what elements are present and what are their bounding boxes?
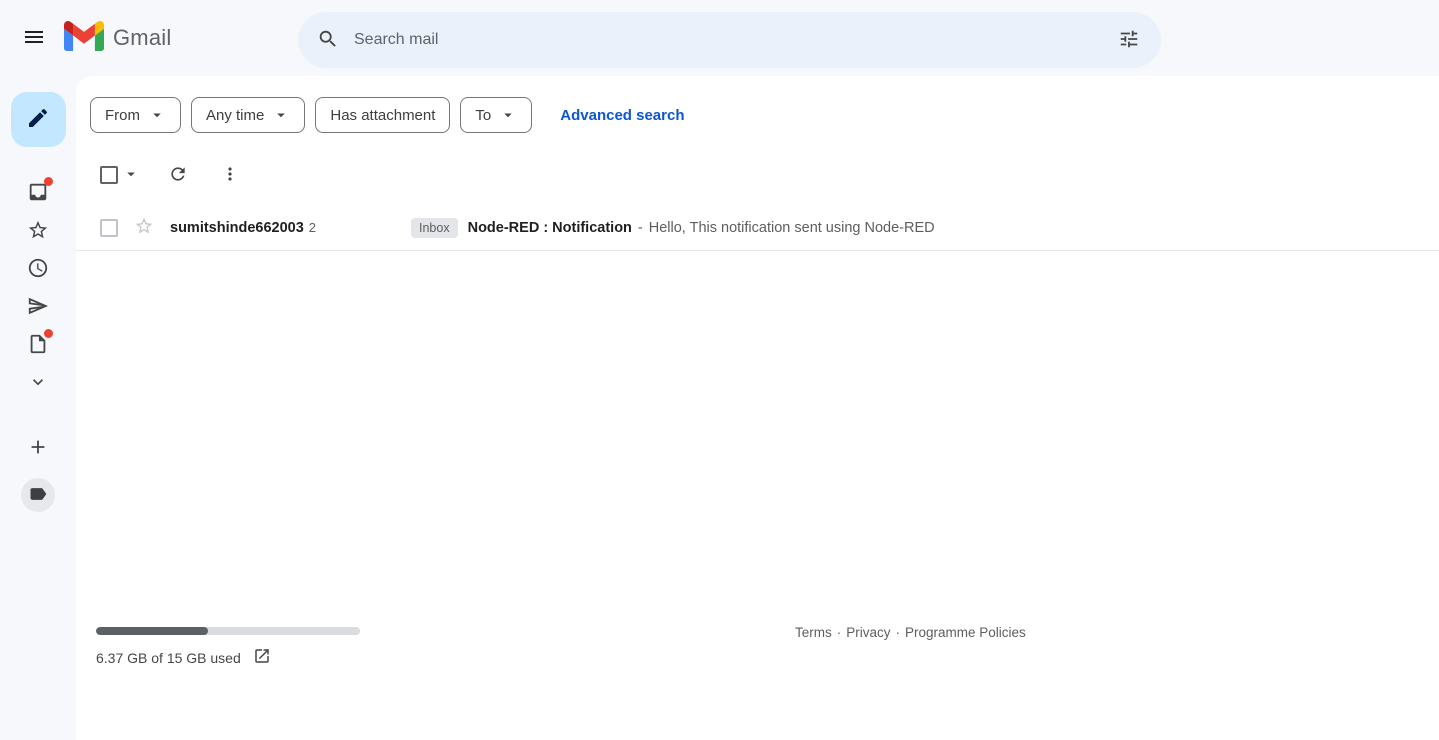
gmail-m-icon — [64, 21, 104, 56]
inbox-unread-badge — [44, 177, 53, 186]
thread-count: 2 — [309, 220, 316, 235]
filter-chip-from[interactable]: From — [90, 97, 181, 133]
compose-button[interactable] — [11, 92, 66, 147]
select-dropdown-button[interactable] — [122, 165, 140, 186]
email-subject: Node-RED : Notification — [468, 220, 632, 236]
label-icon — [28, 484, 48, 507]
refresh-icon — [168, 164, 188, 187]
sidebar-item-drafts[interactable] — [14, 326, 62, 364]
search-icon — [317, 28, 339, 53]
email-checkbox[interactable] — [100, 219, 118, 237]
arrow-drop-down-icon — [499, 106, 517, 124]
legal-footer: Terms · Privacy · Programme Policies — [795, 625, 1026, 640]
sidebar-item-snoozed[interactable] — [14, 250, 62, 288]
email-row[interactable]: sumitshinde662003 2 Inbox Node-RED : Not… — [76, 205, 1439, 251]
email-snippet: Hello, This notification sent using Node… — [649, 220, 935, 236]
open-in-new-icon — [253, 647, 271, 668]
list-toolbar — [76, 153, 1439, 197]
select-all-checkbox[interactable] — [100, 166, 118, 184]
email-sender: sumitshinde662003 2 — [170, 220, 411, 236]
list-footer-area: 6.37 GB of 15 GB used Terms · Privacy · … — [76, 627, 1439, 740]
create-label-button[interactable] — [14, 429, 62, 467]
plus-icon — [27, 436, 49, 461]
arrow-drop-down-icon — [272, 106, 290, 124]
search-button[interactable] — [304, 16, 352, 64]
search-input[interactable] — [352, 31, 1105, 49]
send-icon — [27, 295, 49, 320]
tune-icon — [1118, 28, 1140, 53]
menu-icon — [22, 25, 46, 52]
privacy-link[interactable]: Privacy — [846, 625, 890, 640]
main-menu-button[interactable] — [10, 14, 58, 62]
search-options-button[interactable] — [1105, 16, 1153, 64]
inbox-label-chip: Inbox — [411, 218, 458, 238]
advanced-search-link[interactable]: Advanced search — [560, 107, 684, 124]
star-outline-icon — [134, 216, 154, 239]
arrow-drop-down-icon — [122, 165, 140, 186]
more-vert-icon — [220, 164, 240, 187]
search-bar — [298, 12, 1161, 68]
sidebar-item-sent[interactable] — [14, 288, 62, 326]
refresh-button[interactable] — [158, 155, 198, 195]
subject-snippet-separator: - — [638, 220, 643, 236]
search-filter-chips: From Any time Has attachment To Advanced… — [76, 76, 1439, 133]
compose-pencil-icon — [26, 106, 50, 133]
storage-usage-text: 6.37 GB of 15 GB used — [96, 650, 241, 666]
labels-button[interactable] — [21, 478, 55, 512]
arrow-drop-down-icon — [148, 106, 166, 124]
main-content: From Any time Has attachment To Advanced… — [76, 76, 1439, 740]
clock-icon — [27, 257, 49, 282]
drafts-badge — [44, 329, 53, 338]
sender-name: sumitshinde662003 — [170, 220, 304, 236]
footer-separator: · — [896, 625, 901, 640]
app-title: Gmail — [113, 25, 171, 51]
chip-label: Has attachment — [330, 107, 435, 124]
storage-progress-track — [96, 627, 360, 635]
more-options-button[interactable] — [210, 155, 250, 195]
programme-policies-link[interactable]: Programme Policies — [905, 625, 1026, 640]
app-header: Gmail — [0, 0, 1439, 76]
terms-link[interactable]: Terms — [795, 625, 832, 640]
sidebar — [0, 76, 76, 740]
sidebar-item-inbox[interactable] — [14, 174, 62, 212]
sidebar-item-starred[interactable] — [14, 212, 62, 250]
storage-meter: 6.37 GB of 15 GB used — [96, 627, 360, 668]
chip-label: To — [475, 107, 491, 124]
sidebar-item-more[interactable] — [14, 364, 62, 402]
filter-chip-any-time[interactable]: Any time — [191, 97, 305, 133]
filter-chip-has-attachment[interactable]: Has attachment — [315, 97, 450, 133]
gmail-logo[interactable]: Gmail — [64, 21, 171, 56]
star-icon — [27, 219, 49, 244]
chevron-down-icon — [28, 372, 48, 395]
footer-separator: · — [837, 625, 842, 640]
chip-label: Any time — [206, 107, 264, 124]
storage-progress-fill — [96, 627, 208, 635]
manage-storage-button[interactable] — [253, 647, 271, 668]
chip-label: From — [105, 107, 140, 124]
filter-chip-to[interactable]: To — [460, 97, 532, 133]
star-toggle-button[interactable] — [134, 216, 154, 239]
